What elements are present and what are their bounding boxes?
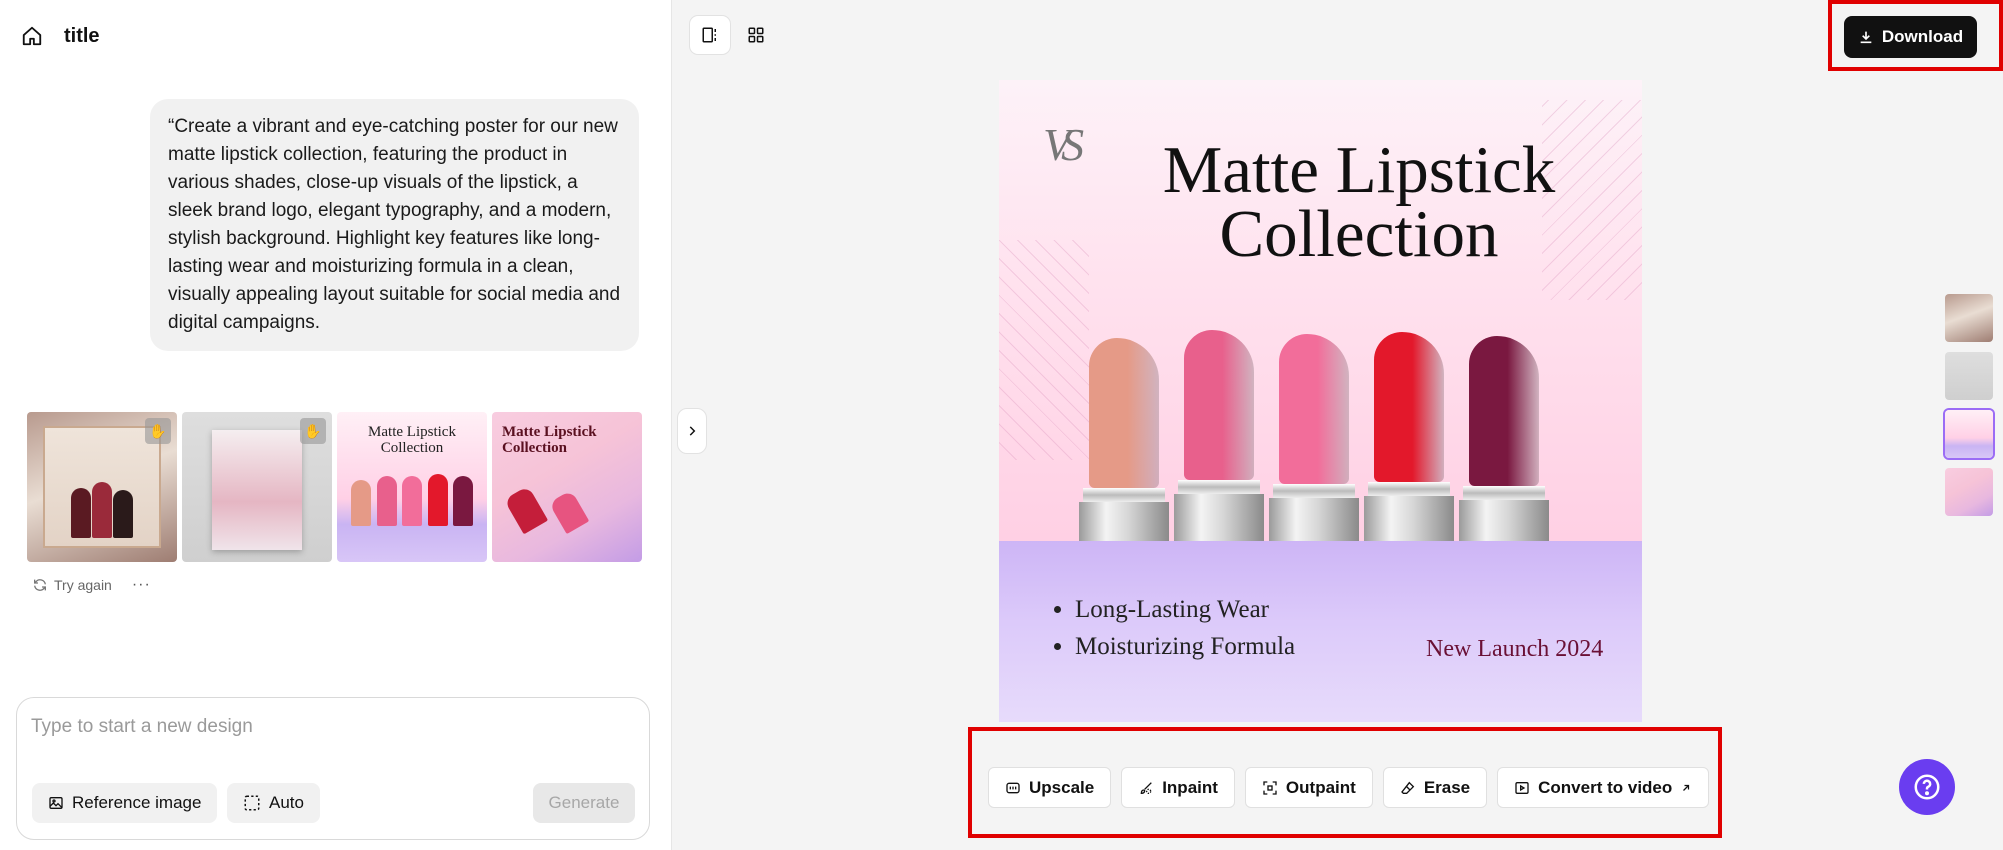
try-again-label: Try again [54,577,112,593]
image-icon [49,797,63,809]
auto-label: Auto [269,793,304,812]
inpaint-button[interactable]: Inpaint [1121,767,1235,808]
reference-image-button[interactable]: Reference image [32,783,218,823]
dashed-frame-icon [244,795,260,811]
erase-button[interactable]: Erase [1382,767,1488,808]
canvas-panel: Download VS Matte Lipstick Collection Lo… [672,0,2003,850]
lipstick-case [1269,498,1359,546]
lipstick [1364,332,1454,544]
view-toggle [690,16,776,54]
try-again-button[interactable]: Try again [32,577,112,593]
result-thumbnail-2[interactable]: ✋ [182,412,332,562]
chevron-right-icon [689,426,696,436]
refresh-icon [34,579,46,591]
lipstick-bullet [1374,332,1444,482]
variant-thumbnail-4[interactable] [1945,468,1993,516]
outpaint-button[interactable]: Outpaint [1244,767,1373,808]
lipstick [1269,334,1359,546]
thumbnail-lipsticks [503,474,590,535]
download-highlight: Download [1828,0,2003,71]
lipstick-band [1463,486,1545,500]
chat-panel: title “Create a vibrant and eye-catching… [0,0,672,850]
upscale-icon [1006,782,1020,793]
top-bar: title [20,20,100,52]
erase-label: Erase [1423,777,1471,797]
convert-to-video-label: Convert to video [1538,777,1673,797]
brand-logo: VS [1043,119,1084,170]
edit-toolbar: Upscale Inpaint Outpaint Erase Convert t… [988,767,1710,808]
result-thumbnail-1[interactable]: ✋ [27,412,177,562]
lipstick-case [1174,494,1264,542]
variant-thumbnail-3[interactable] [1945,410,1993,458]
lipstick-band [1178,480,1260,494]
result-thumbnails: ✋ ✋ Matte Lipstick Collection Matte Lips… [27,412,642,562]
download-label: Download [1881,27,1964,46]
video-icon [1515,781,1529,794]
composer: Reference image Auto Generate [16,697,650,840]
reference-image-label: Reference image [72,793,202,812]
poster-title-line-1: Matte Lipstick [1162,133,1556,207]
thumbnail-title: Matte Lipstick Collection [502,424,597,456]
launch-text: New Launch 2024 [1426,636,1604,662]
help-button[interactable] [1899,759,1955,815]
generate-button[interactable]: Generate [533,783,635,823]
expand-panel-button[interactable] [677,408,707,454]
auto-button[interactable]: Auto [227,783,320,823]
lipstick [1174,330,1264,542]
page-title: title [64,24,100,47]
lipstick-bullet [1469,336,1539,486]
feature-item: Long-Lasting Wear [1075,591,1295,628]
poster-canvas[interactable]: VS Matte Lipstick Collection Long-Lastin… [999,80,1642,722]
upscale-label: Upscale [1029,777,1095,797]
expand-frame-icon [1263,780,1277,795]
more-options-button[interactable]: ··· [132,576,151,594]
variant-thumbnail-1[interactable] [1945,294,1993,342]
lipstick-bullet [1089,338,1159,488]
result-thumbnail-4[interactable]: Matte Lipstick Collection [492,412,642,562]
variant-thumbnail-2[interactable] [1945,352,1993,400]
thumbnail-title: Matte Lipstick Collection [368,424,456,456]
thumbnail-lipsticks [71,482,133,538]
lipstick [1079,338,1169,550]
outpaint-label: Outpaint [1285,777,1356,797]
download-icon [1860,31,1872,44]
feature-item: Moisturizing Formula [1075,628,1295,665]
home-icon [22,26,42,46]
lipstick-bullet [1184,330,1254,480]
lipstick-bullet [1279,334,1349,484]
prompt-message: “Create a vibrant and eye-catching poste… [150,99,639,351]
lipstick [1459,336,1549,548]
new-design-input[interactable] [31,710,631,744]
flag-icon[interactable]: ✋ [300,418,326,444]
download-button[interactable]: Download [1844,16,1977,58]
grid-view-button[interactable] [736,16,776,54]
help-icon [1914,774,1940,800]
eraser-icon [1400,781,1415,794]
decorative-lines [999,240,1089,460]
variant-rail [1945,294,1993,516]
single-view-button[interactable] [690,16,730,54]
lipstick-row [1079,330,1549,550]
thumbnail-lipsticks [351,470,473,526]
external-arrow-icon [1683,784,1690,791]
feature-list: Long-Lasting Wear Moisturizing Formula [1055,591,1295,665]
flag-icon[interactable]: ✋ [145,418,171,444]
lipstick-band [1083,488,1165,502]
inpaint-label: Inpaint [1162,777,1218,797]
poster-title: Matte Lipstick Collection [1099,133,1619,271]
lipstick-band [1368,482,1450,496]
home-button[interactable] [20,24,44,48]
upscale-button[interactable]: Upscale [988,767,1112,808]
result-thumbnail-3[interactable]: Matte Lipstick Collection [337,412,487,562]
brush-icon [1140,781,1153,794]
result-actions: Try again ··· [32,576,151,594]
poster-title-line-2: Collection [1219,197,1499,271]
thumbnail-poster-art [212,430,302,550]
tools-highlight: Upscale Inpaint Outpaint Erase Convert t… [968,727,1722,838]
convert-to-video-button[interactable]: Convert to video [1497,767,1710,808]
lipstick-case [1364,496,1454,544]
grid-icon [748,27,764,43]
single-view-icon [702,27,716,43]
lipstick-band [1273,484,1355,498]
